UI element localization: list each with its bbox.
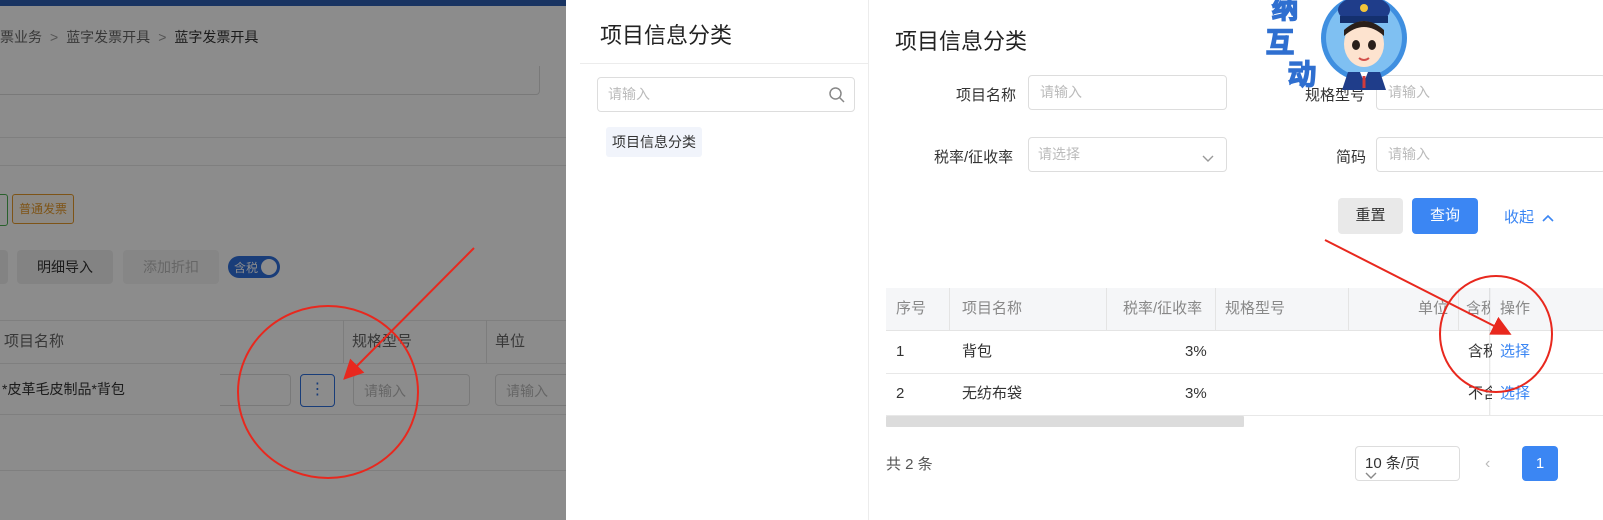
item-name-label: 项目名称 <box>956 87 1017 104</box>
main-panel-title: 项目信息分类 <box>895 29 1028 54</box>
tax-rate-label: 税率/征收率 <box>934 149 1014 166</box>
tax-rate-select[interactable]: 请选择 <box>1028 137 1227 172</box>
collapse-label: 收起 <box>1504 209 1535 226</box>
chevron-down-icon <box>1202 150 1214 166</box>
collapse-link[interactable]: 收起 <box>1504 206 1554 227</box>
tax-rate-placeholder: 请选择 <box>1038 146 1080 162</box>
category-tree-node[interactable]: 项目信息分类 <box>606 127 702 157</box>
modal-overlay[interactable] <box>0 0 580 520</box>
category-search-input[interactable] <box>606 85 820 103</box>
chevron-up-icon <box>1542 214 1554 222</box>
column-divider <box>1215 288 1216 330</box>
total-count: 共 2 条 <box>886 456 933 473</box>
table-header: 序号 项目名称 税率/征收率 规格型号 单位 含税 操作 <box>886 288 1603 331</box>
chevron-down-icon <box>1365 459 1449 492</box>
column-divider <box>949 288 950 330</box>
row-index: 2 <box>896 385 905 402</box>
table-row[interactable]: 1 背包 3% 含税 选择 <box>886 331 1603 374</box>
mascot-logo: 纳 互 动 <box>1262 0 1412 92</box>
table-row[interactable]: 2 无纺布袋 3% 不含税 选择 <box>886 373 1603 416</box>
page-1-button[interactable]: 1 <box>1522 446 1558 481</box>
fixed-column-shadow <box>1489 288 1491 415</box>
item-name-field[interactable] <box>1028 75 1227 110</box>
code-field[interactable] <box>1376 137 1603 172</box>
reset-button[interactable]: 重置 <box>1338 198 1403 234</box>
category-panel-title: 项目信息分类 <box>600 23 733 48</box>
column-header-unit: 单位 <box>1418 300 1449 317</box>
category-divider <box>580 63 869 64</box>
select-link[interactable]: 选择 <box>1500 331 1530 373</box>
prev-page-icon[interactable]: ‹ <box>1485 455 1490 473</box>
row-name: 背包 <box>962 343 993 360</box>
spec-filter-input[interactable] <box>1386 83 1560 101</box>
page-size-select[interactable]: 10 条/页 <box>1355 446 1460 481</box>
search-icon[interactable] <box>828 86 846 107</box>
horizontal-scrollbar-thumb[interactable] <box>886 416 1244 427</box>
category-search-field[interactable] <box>597 77 855 112</box>
query-button[interactable]: 查询 <box>1412 198 1478 234</box>
row-tax-rate: 3% <box>1185 385 1207 402</box>
column-header-spec: 规格型号 <box>1225 300 1286 317</box>
row-tax-rate: 3% <box>1185 343 1207 360</box>
column-divider <box>1106 288 1107 330</box>
column-header-tax-incl: 含税 <box>1466 300 1490 317</box>
row-index: 1 <box>896 343 905 360</box>
mascot-text: 动 <box>1288 58 1316 90</box>
select-link[interactable]: 选择 <box>1500 373 1530 415</box>
column-divider <box>1348 288 1349 330</box>
column-header-name: 项目名称 <box>962 300 1023 317</box>
mascot-text: 纳 <box>1272 0 1298 25</box>
item-name-input[interactable] <box>1038 83 1212 101</box>
code-label: 简码 <box>1336 149 1367 166</box>
code-input[interactable] <box>1386 145 1560 163</box>
column-header-index: 序号 <box>896 300 927 317</box>
column-divider <box>1458 288 1459 330</box>
column-header-operation: 操作 <box>1500 300 1531 317</box>
column-header-tax-incl-wrap: 含税 <box>1466 288 1490 330</box>
column-header-tax-rate: 税率/征收率 <box>1123 300 1203 317</box>
mascot-text: 互 <box>1266 26 1294 59</box>
panel-divider <box>868 0 869 520</box>
row-name: 无纺布袋 <box>962 385 1023 402</box>
